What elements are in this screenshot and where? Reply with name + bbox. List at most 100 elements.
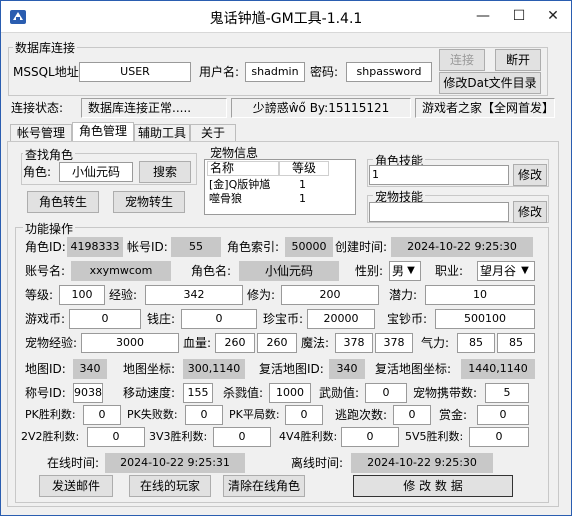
move-speed-label: 移动速度:	[123, 386, 176, 400]
bank-input[interactable]: 0	[181, 309, 257, 329]
wuxun-input[interactable]: 0	[365, 383, 407, 403]
account-name-label: 账号名:	[25, 264, 66, 278]
job-select[interactable]: 望月谷 ▼	[477, 261, 535, 281]
potential-label: 潜力:	[389, 288, 418, 302]
online-time-value: 2024-10-22 9:25:31	[105, 453, 245, 473]
game-coin-label: 游戏币:	[25, 312, 66, 326]
create-time-value: 2024-10-22 9:25:30	[391, 237, 533, 257]
clear-online-roles-button[interactable]: 清除在线角色	[223, 475, 305, 497]
db-connection-group-label: 数据库连接	[13, 39, 78, 56]
bao-chao-label: 宝钞币:	[387, 312, 428, 326]
tab-about[interactable]: 关于	[190, 124, 236, 142]
map-id-value: 340	[73, 359, 107, 379]
treasure-coin-label: 珍宝币:	[263, 312, 304, 326]
5v5-win-input[interactable]: 0	[469, 427, 529, 447]
escape-input[interactable]: 0	[393, 405, 431, 425]
connection-status-value: 数据库连接正常.....	[81, 98, 227, 118]
level-input[interactable]: 100	[59, 285, 105, 305]
qi-max-input[interactable]: 85	[497, 333, 535, 353]
bounty-input[interactable]: 0	[477, 405, 529, 425]
pet-skill-input[interactable]	[369, 202, 509, 222]
4v4-win-input[interactable]: 0	[341, 427, 399, 447]
account-id-value: 55	[171, 237, 221, 257]
potential-input[interactable]: 10	[425, 285, 535, 305]
author-info: 少謗惑ŵő By:15115121	[231, 98, 411, 118]
job-label: 职业:	[435, 264, 464, 278]
pk-draw-input[interactable]: 0	[285, 405, 323, 425]
offline-time-value: 2024-10-22 9:25:30	[351, 453, 493, 473]
role-index-value: 50000	[285, 237, 333, 257]
3v3-win-input[interactable]: 0	[213, 427, 271, 447]
online-players-button[interactable]: 在线的玩家	[129, 475, 211, 497]
modify-data-button[interactable]: 修 改 数 据	[353, 475, 513, 497]
search-button[interactable]: 搜索	[139, 161, 191, 183]
account-id-label: 帐号ID:	[127, 240, 168, 254]
password-label: 密码:	[310, 65, 339, 79]
pet-skill-edit-button[interactable]: 修改	[513, 201, 547, 223]
pet-row-level[interactable]: 1	[299, 192, 306, 205]
move-speed-input[interactable]: 155	[183, 383, 213, 403]
bao-chao-input[interactable]: 500100	[435, 309, 535, 329]
pet-row-name[interactable]: 噬骨狼	[209, 192, 242, 205]
pet-row-level[interactable]: 1	[299, 178, 306, 191]
hp-max-input[interactable]: 260	[257, 333, 297, 353]
title-id-label: 称号ID:	[25, 386, 66, 400]
pk-lose-label: PK失败数:	[127, 408, 178, 421]
pk-win-label: PK胜利数:	[25, 408, 76, 421]
app-window: 鬼话钟馗-GM工具-1.4.1 — ☐ ✕ 数据库连接 MSSQL地址: USE…	[0, 0, 572, 516]
chevron-down-icon: ▼	[521, 265, 529, 276]
mp-max-input[interactable]: 378	[375, 333, 413, 353]
cultivation-input[interactable]: 200	[281, 285, 379, 305]
treasure-coin-input[interactable]: 20000	[307, 309, 375, 329]
pet-reincarnate-button[interactable]: 宠物转生	[113, 191, 185, 213]
revive-coord-label: 复活地图坐标:	[375, 362, 452, 376]
game-coin-input[interactable]: 0	[69, 309, 141, 329]
gender-select-value: 男	[392, 264, 405, 278]
maximize-button[interactable]: ☐	[505, 5, 533, 27]
username-input[interactable]: shadmin	[245, 62, 305, 82]
exp-input[interactable]: 342	[145, 285, 243, 305]
mp-input[interactable]: 378	[335, 333, 373, 353]
role-skill-edit-button[interactable]: 修改	[513, 164, 547, 186]
4v4-win-label: 4V4胜利数:	[279, 430, 338, 443]
tab-tools[interactable]: 辅助工具	[134, 124, 190, 142]
connect-button[interactable]: 连接	[439, 49, 485, 71]
chevron-down-icon: ▼	[407, 265, 415, 276]
tab-account[interactable]: 帐号管理	[10, 124, 72, 142]
pet-carry-input[interactable]: 5	[485, 383, 529, 403]
disconnect-button[interactable]: 断开	[495, 49, 541, 71]
pk-lose-input[interactable]: 0	[185, 405, 223, 425]
revive-coord-value: 1440,1140	[461, 359, 535, 379]
close-button[interactable]: ✕	[539, 5, 567, 27]
account-name-value: xxymwcom	[71, 261, 171, 281]
qi-label: 气力:	[421, 336, 450, 350]
qi-input[interactable]: 85	[457, 333, 495, 353]
pet-list[interactable]: 名称 等级 [金]Q版钟馗 1 噬骨狼 1	[204, 159, 356, 215]
search-role-group-label: 查找角色	[23, 146, 76, 163]
create-time-label: 创建时间:	[335, 240, 388, 254]
password-input[interactable]: shpassword	[346, 62, 432, 82]
gender-select[interactable]: 男 ▼	[389, 261, 421, 281]
pet-col-level-header[interactable]: 等级	[279, 161, 329, 176]
role-skill-input[interactable]: 1	[369, 165, 509, 185]
role-search-input[interactable]: 小仙元码	[59, 162, 133, 182]
escape-label: 逃跑次数:	[335, 408, 388, 422]
pk-win-input[interactable]: 0	[83, 405, 121, 425]
pet-exp-input[interactable]: 3000	[81, 333, 179, 353]
role-name-value: 小仙元码	[239, 261, 339, 281]
pet-col-name-header[interactable]: 名称	[207, 161, 279, 176]
kill-input[interactable]: 1000	[269, 383, 311, 403]
role-id-label: 角色ID:	[25, 240, 66, 254]
mssql-address-input[interactable]: USER	[79, 62, 191, 82]
mp-label: 魔法:	[301, 336, 330, 350]
edit-dat-dir-button[interactable]: 修改Dat文件目录	[439, 72, 541, 94]
role-search-label: 角色:	[23, 165, 52, 179]
role-reincarnate-button[interactable]: 角色转生	[27, 191, 99, 213]
hp-input[interactable]: 260	[215, 333, 255, 353]
title-id-input[interactable]: 9038	[73, 383, 103, 403]
2v2-win-input[interactable]: 0	[87, 427, 145, 447]
minimize-button[interactable]: —	[469, 5, 497, 27]
send-mail-button[interactable]: 发送邮件	[39, 475, 113, 497]
pet-row-name[interactable]: [金]Q版钟馗	[209, 178, 270, 191]
tab-role[interactable]: 角色管理	[72, 122, 134, 142]
